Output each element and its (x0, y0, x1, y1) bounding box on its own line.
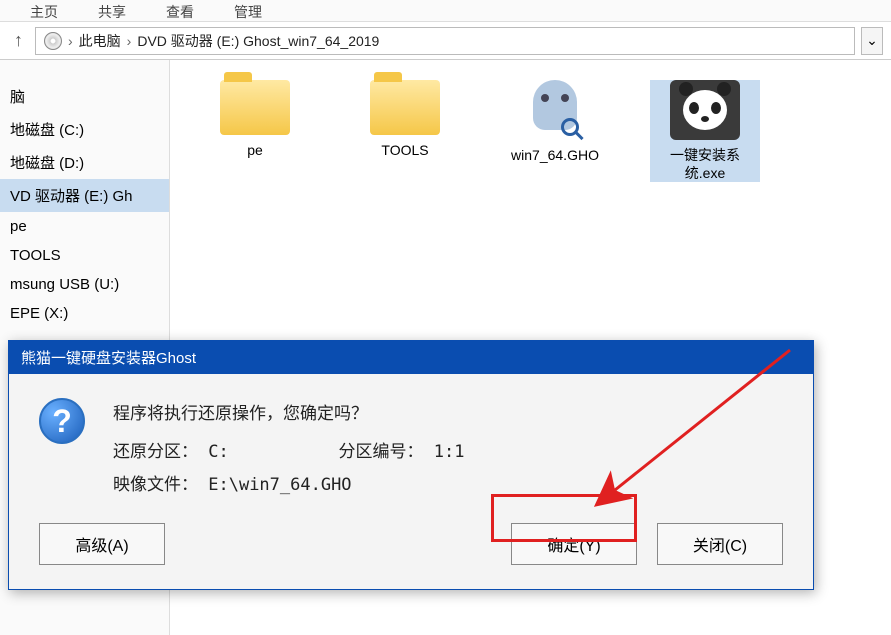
menu-share[interactable]: 共享 (98, 2, 126, 19)
sidebar-item-pe[interactable]: pe (0, 212, 169, 241)
question-icon: ? (39, 398, 85, 444)
chevron-right-icon: › (127, 33, 132, 49)
chevron-right-icon: › (68, 33, 73, 49)
crumb-root[interactable]: 此电脑 (79, 31, 121, 51)
sidebar-item-dvd-e[interactable]: VD 驱动器 (E:) Gh (0, 179, 169, 212)
file-label: pe (200, 141, 310, 159)
disc-icon (44, 32, 62, 50)
file-label: 一键安装系统.exe (650, 146, 760, 182)
dialog-text: 程序将执行还原操作，您确定吗？ 还原分区： C: 分区编号： 1:1 映像文件：… (113, 398, 464, 501)
breadcrumb[interactable]: › 此电脑 › DVD 驱动器 (E:) Ghost_win7_64_2019 (35, 27, 855, 55)
sidebar-item-epe-x[interactable]: EPE (X:) (0, 299, 169, 328)
file-item-installer[interactable]: 一键安装系统.exe (650, 80, 760, 182)
dialog-body: ? 程序将执行还原操作，您确定吗？ 还原分区： C: 分区编号： 1:1 映像文… (9, 374, 813, 523)
dialog-buttons: 高级(A) 确定(Y) 关闭(C) (9, 523, 813, 589)
file-item-tools[interactable]: TOOLS (350, 80, 460, 159)
confirm-dialog: 熊猫一键硬盘安装器Ghost ? 程序将执行还原操作，您确定吗？ 还原分区： C… (8, 340, 814, 590)
folder-icon (220, 80, 290, 135)
gho-icon (525, 80, 585, 140)
crumb-drive[interactable]: DVD 驱动器 (E:) Ghost_win7_64_2019 (137, 31, 379, 51)
ok-button[interactable]: 确定(Y) (511, 523, 637, 565)
menu-home[interactable]: 主页 (30, 2, 58, 19)
sidebar-item-disk-c[interactable]: 地磁盘 (C:) (0, 113, 169, 146)
sidebar-item-tools[interactable]: TOOLS (0, 241, 169, 270)
panda-icon (670, 80, 740, 140)
menu-view[interactable]: 查看 (166, 2, 194, 19)
file-label: win7_64.GHO (500, 146, 610, 164)
menubar: 主页 共享 查看 管理 (0, 0, 891, 22)
sidebar-item-computer[interactable]: 脑 (0, 80, 169, 113)
partition-row: 还原分区： C: 分区编号： 1:1 (113, 436, 464, 468)
image-row: 映像文件： E:\win7_64.GHO (113, 469, 464, 501)
sidebar-item-usb-u[interactable]: msung USB (U:) (0, 270, 169, 299)
partnum-value: 1:1 (434, 442, 465, 462)
close-button[interactable]: 关闭(C) (657, 523, 783, 565)
partition-value: C: (208, 436, 328, 468)
chevron-down-icon: ⌄ (866, 32, 878, 49)
dialog-title: 熊猫一键硬盘安装器Ghost (9, 341, 813, 374)
image-value: E:\win7_64.GHO (208, 475, 351, 495)
partition-label: 还原分区： (113, 436, 198, 468)
addressbar: ↑ › 此电脑 › DVD 驱动器 (E:) Ghost_win7_64_201… (0, 22, 891, 60)
file-item-pe[interactable]: pe (200, 80, 310, 159)
nav-up-icon[interactable]: ↑ (8, 30, 29, 51)
sidebar-item-disk-d[interactable]: 地磁盘 (D:) (0, 146, 169, 179)
dialog-message: 程序将执行还原操作，您确定吗？ (113, 398, 464, 430)
file-item-gho[interactable]: win7_64.GHO (500, 80, 610, 164)
image-label: 映像文件： (113, 469, 198, 501)
menu-manage[interactable]: 管理 (234, 2, 262, 19)
address-dropdown[interactable]: ⌄ (861, 27, 883, 55)
file-label: TOOLS (350, 141, 460, 159)
advanced-button[interactable]: 高级(A) (39, 523, 165, 565)
folder-icon (370, 80, 440, 135)
partnum-label: 分区编号： (339, 436, 424, 468)
